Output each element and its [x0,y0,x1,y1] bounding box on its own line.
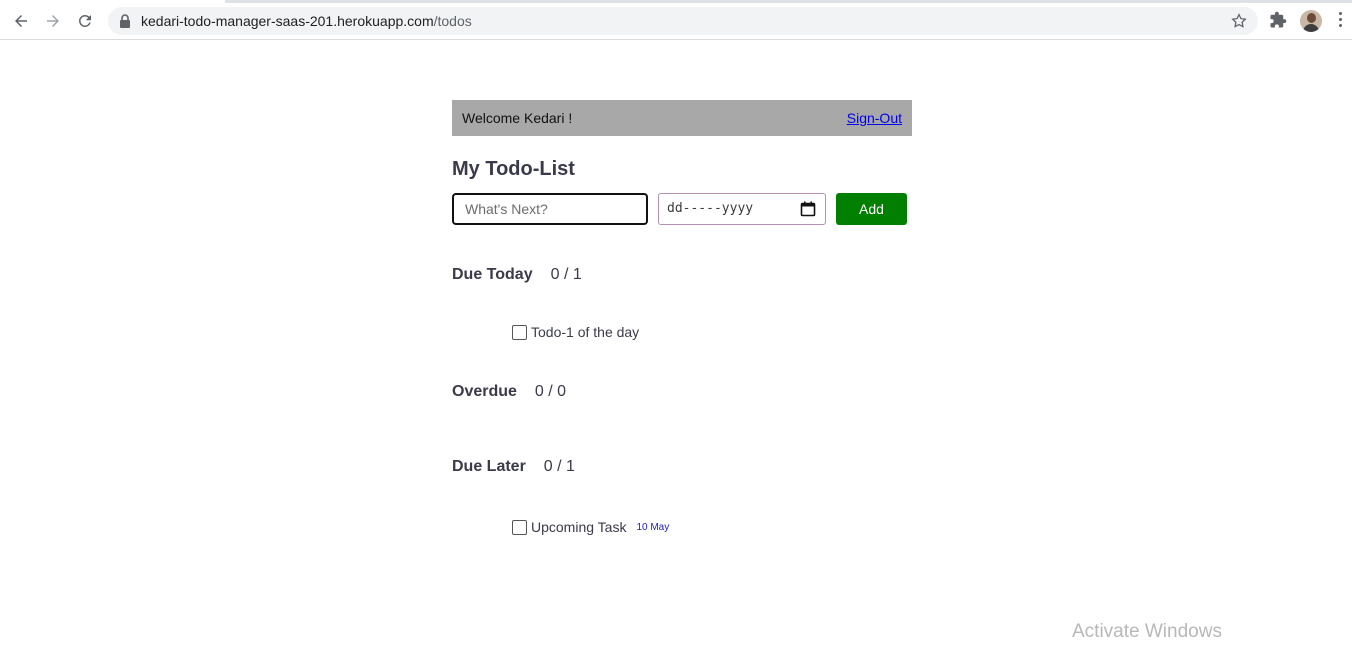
due-later-count: 0 / 1 [543,458,575,475]
avatar-body [1303,24,1319,32]
url-path: /todos [433,13,472,29]
url-host: kedari-todo-manager-saas-201.herokuapp.c… [141,13,434,29]
profile-avatar[interactable] [1300,10,1322,32]
kebab-menu-icon[interactable] [1337,12,1343,30]
due-today-label: Due Today [452,266,533,283]
todo-title: Todo-1 of the day [531,324,640,340]
bookmark-star-icon[interactable] [1230,12,1248,30]
calendar-icon[interactable] [800,201,816,217]
avatar-head [1307,13,1316,23]
sign-out-link[interactable]: Sign-Out [847,110,902,126]
todo-app: Welcome Kedari ! Sign-Out My Todo-List d… [452,100,912,535]
due-today-header: Due Today 0 / 1 [452,266,912,284]
url-text[interactable]: kedari-todo-manager-saas-201.herokuapp.c… [141,13,472,29]
back-arrow-icon[interactable] [9,9,33,33]
welcome-text: Welcome Kedari ! [462,110,573,126]
due-later-header: Due Later 0 / 1 [452,458,912,476]
address-bar[interactable]: kedari-todo-manager-saas-201.herokuapp.c… [108,7,1258,35]
due-today-count: 0 / 1 [550,266,582,283]
tab-strip [0,0,1352,3]
reload-icon[interactable] [73,9,97,33]
todo-item: Todo-1 of the day [512,324,912,340]
todo-title: Upcoming Task [531,519,627,535]
due-date-input[interactable]: dd-----yyyy [658,192,826,225]
extensions-puzzle-icon[interactable] [1269,11,1287,29]
todo-title-input[interactable] [452,192,648,225]
add-todo-button[interactable]: Add [836,192,907,225]
overdue-count: 0 / 0 [534,383,567,400]
todo-due-date: 10 May [636,521,670,533]
todo-checkbox[interactable] [512,324,527,340]
lock-icon[interactable] [119,14,131,28]
activate-windows-watermark: Activate Windows [1072,621,1222,642]
todo-checkbox[interactable] [512,519,527,535]
browser-toolbar: kedari-todo-manager-saas-201.herokuapp.c… [0,0,1352,40]
date-placeholder: dd-----yyyy [667,201,754,216]
add-todo-form: dd-----yyyy Add [452,192,912,225]
overdue-label: Overdue [452,383,517,400]
todo-item: Upcoming Task 10 May [512,519,912,535]
page-title: My Todo-List [452,158,575,180]
due-later-label: Due Later [452,458,526,475]
welcome-bar: Welcome Kedari ! Sign-Out [452,100,912,136]
overdue-header: Overdue 0 / 0 [452,383,912,401]
forward-arrow-icon[interactable] [41,9,65,33]
